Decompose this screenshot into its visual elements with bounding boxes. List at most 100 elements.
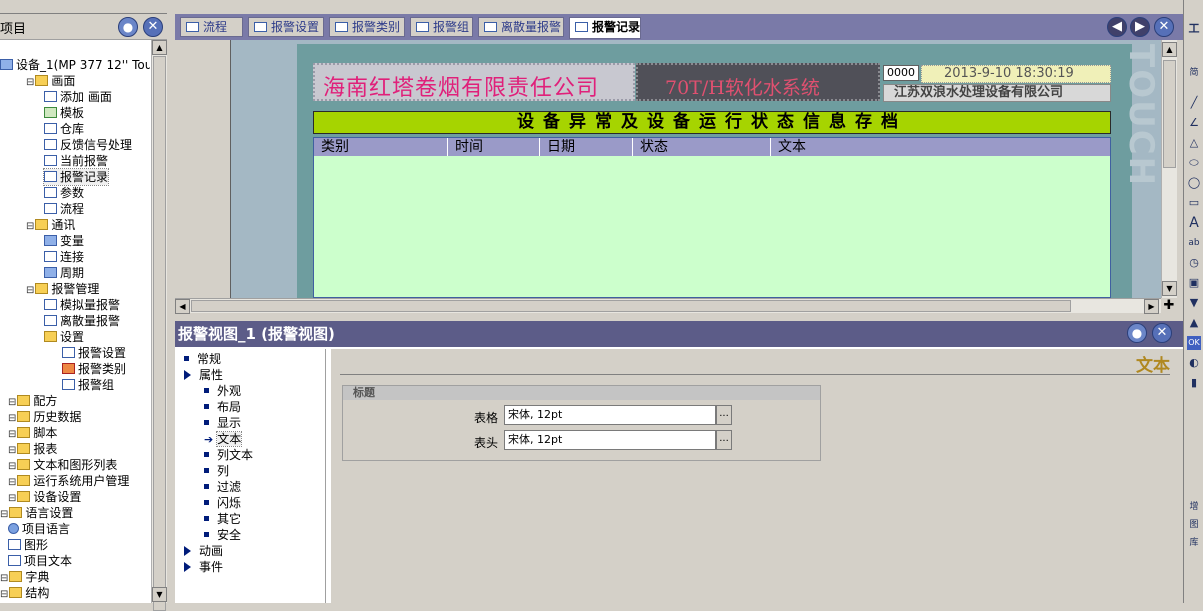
button-icon[interactable]: OK (1187, 336, 1201, 350)
property-category[interactable]: 外观 (204, 383, 241, 399)
scroll-thumb[interactable] (1163, 60, 1176, 168)
rectangle-icon[interactable]: ▭ (1187, 196, 1201, 210)
pin-icon[interactable]: ● (1127, 323, 1147, 343)
property-category[interactable]: 闪烁 (204, 495, 241, 511)
property-category[interactable]: 布局 (204, 399, 241, 415)
circle-icon[interactable]: ◯ (1187, 176, 1201, 190)
table-font-field[interactable]: 宋体, 12pt (504, 405, 716, 425)
datetime-field[interactable]: 2013-9-10 18:30:19 (921, 65, 1111, 83)
tree-item[interactable]: 报警类别 (62, 361, 126, 377)
scroll-down-icon[interactable]: ▼ (152, 587, 167, 602)
tree-item[interactable]: 项目文本 (8, 553, 72, 569)
expand-icon[interactable]: ⊟ (8, 477, 16, 488)
graphics-label[interactable]: 图 (1187, 518, 1201, 532)
expand-icon[interactable]: ⊟ (26, 77, 34, 88)
polygon-icon[interactable]: △ (1187, 136, 1201, 150)
tree-item[interactable]: ⊟ 报警管理 (26, 281, 99, 297)
io-field-icon[interactable]: ab (1187, 236, 1201, 250)
close-icon[interactable]: ✕ (1152, 323, 1172, 343)
tab-prev-icon[interactable]: ◀ (1107, 17, 1127, 37)
expand-icon[interactable]: ⊟ (8, 413, 16, 424)
scroll-thumb[interactable] (153, 56, 166, 611)
tree-item[interactable]: 离散量报警 (44, 313, 120, 329)
tree-item[interactable]: ⊟ 语言设置 (0, 505, 73, 521)
polyline-icon[interactable]: ∠ (1187, 116, 1201, 130)
text-icon[interactable]: A (1187, 216, 1201, 230)
tab-next-icon[interactable]: ▶ (1130, 17, 1150, 37)
expand-icon[interactable]: ⊟ (26, 221, 34, 232)
tree-item[interactable]: 模拟量报警 (44, 297, 120, 313)
expand-icon[interactable]: ⊟ (8, 397, 16, 408)
tree-item[interactable]: ⊟ 通讯 (26, 217, 75, 233)
graphic-io-icon[interactable]: ▣ (1187, 276, 1201, 290)
property-category[interactable]: 安全 (204, 527, 241, 543)
canvas-vscroll[interactable]: ▲ ▼ (1161, 40, 1177, 298)
tree-item[interactable]: 添加 画面 (44, 89, 112, 105)
tree-scrollbar[interactable]: ▲ ▼ (151, 40, 167, 611)
column-date[interactable]: 日期 (540, 138, 633, 156)
tree-item[interactable]: 模板 (44, 105, 84, 121)
property-category[interactable]: 过滤 (204, 479, 241, 495)
tab-flow[interactable]: 流程 (180, 17, 243, 37)
column-category[interactable]: 类别 (314, 138, 448, 156)
tree-item[interactable]: ⊟ 历史数据 (8, 409, 81, 425)
tree-item[interactable]: 设置 (44, 329, 84, 345)
expand-icon[interactable]: ⊟ (0, 509, 8, 520)
property-category[interactable]: 其它 (204, 511, 241, 527)
tree-item[interactable]: 图形 (8, 537, 48, 553)
tree-item[interactable]: 仓库 (44, 121, 84, 137)
column-time[interactable]: 时间 (448, 138, 540, 156)
tree-item[interactable]: 参数 (44, 185, 84, 201)
property-category[interactable]: 列文本 (204, 447, 253, 463)
property-category[interactable]: ➔ 文本 (204, 431, 243, 447)
bar-icon[interactable]: ▮ (1187, 376, 1201, 390)
datetime-icon[interactable]: ◷ (1187, 256, 1201, 270)
tree-item[interactable]: 连接 (44, 249, 84, 265)
tree-item[interactable]: 当前报警 (44, 153, 108, 169)
archive-banner[interactable]: 设备异常及设备运行状态信息存档 (313, 111, 1111, 134)
expand-icon[interactable]: ⊟ (8, 493, 16, 504)
tree-item[interactable]: 报警设置 (62, 345, 126, 361)
expand-icon[interactable]: ⊟ (0, 589, 8, 600)
canvas-hscroll[interactable]: ◀ ▶ (175, 298, 1161, 314)
column-text[interactable]: 文本 (771, 138, 1110, 156)
tree-item[interactable]: ⊟ 配方 (8, 393, 57, 409)
tree-item[interactable]: 报警组 (62, 377, 114, 393)
expand-icon[interactable]: ⊟ (8, 461, 16, 472)
counter-field[interactable]: 0000 (883, 65, 919, 81)
library-label[interactable]: 库 (1187, 536, 1201, 550)
header-font-browse-button[interactable]: ... (716, 430, 732, 450)
symbolic-io-icon[interactable]: ▼ (1187, 296, 1201, 310)
scroll-thumb[interactable] (191, 300, 1071, 312)
expand-icon[interactable]: ⊟ (8, 445, 16, 456)
property-category[interactable]: 事件 (184, 559, 223, 575)
move-icon[interactable]: ✚ (1161, 298, 1177, 313)
tree-item[interactable]: ⊟ 设备设置 (8, 489, 81, 505)
tab-alarm-class[interactable]: 报警类别 (329, 17, 405, 37)
graphic-view-icon[interactable]: ▲ (1187, 316, 1201, 330)
system-title-box[interactable]: 70T/H软化水系统 (636, 63, 880, 101)
tab-alarm-group[interactable]: 报警组 (410, 17, 473, 37)
tree-item[interactable]: 反馈信号处理 (44, 137, 132, 153)
table-font-browse-button[interactable]: ... (716, 405, 732, 425)
tab-alarm-record[interactable]: 报警记录 (569, 17, 641, 39)
expand-icon[interactable]: ⊟ (0, 573, 8, 584)
property-category[interactable]: 动画 (184, 543, 223, 559)
tree-item[interactable]: ⊟ 结构 (0, 585, 49, 601)
tab-discrete-alarm[interactable]: 离散量报警 (478, 17, 564, 37)
ellipse-icon[interactable]: ⬭ (1187, 156, 1201, 170)
property-category[interactable]: 列 (204, 463, 229, 479)
scroll-down-icon[interactable]: ▼ (1162, 281, 1177, 296)
scroll-left-icon[interactable]: ◀ (175, 299, 190, 314)
enhanced-objects-label[interactable]: 增 (1187, 500, 1201, 514)
tree-item[interactable]: 周期 (44, 265, 84, 281)
tree-item[interactable]: 项目语言 (8, 521, 70, 537)
tree-item[interactable]: 报警记录 (42, 168, 110, 186)
pin-icon[interactable]: ● (118, 17, 138, 37)
header-font-field[interactable]: 宋体, 12pt (504, 430, 716, 450)
tree-item[interactable]: ⊟ 字典 (0, 569, 49, 585)
tree-item[interactable]: 变量 (44, 233, 84, 249)
close-icon[interactable]: ✕ (143, 17, 163, 37)
tree-item[interactable]: 流程 (44, 201, 84, 217)
alarm-view[interactable] (313, 137, 1111, 298)
